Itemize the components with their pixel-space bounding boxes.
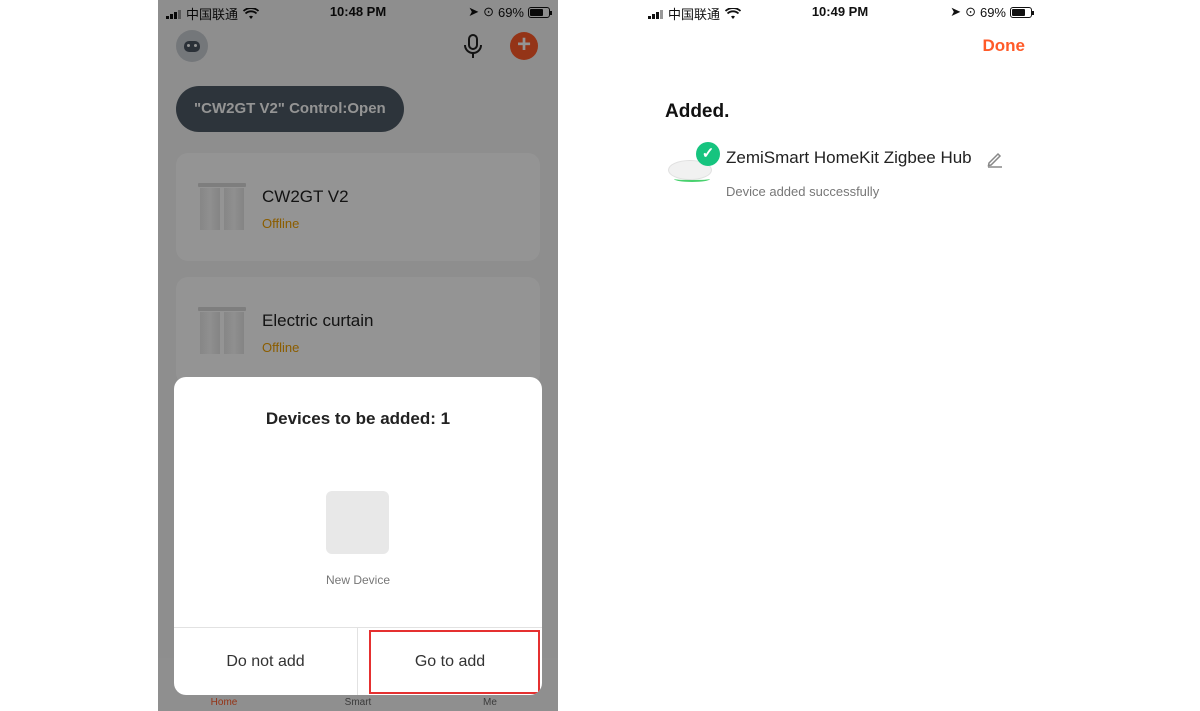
battery-percent: 69% (979, 4, 1006, 20)
added-device-name: ZemiSmart HomeKit Zigbee Hub (726, 148, 972, 167)
location-icon: ➤ (950, 4, 962, 19)
edit-pencil-icon[interactable] (986, 150, 1004, 168)
added-section-title: Added. (665, 101, 730, 122)
done-button[interactable]: Done (983, 36, 1026, 56)
new-device-label: New Device (325, 573, 391, 587)
new-device-thumbnail (326, 491, 389, 554)
battery-icon (1010, 6, 1034, 18)
add-device-dialog: Devices to be added: 1 New Device Do not… (174, 377, 542, 695)
left-phone-screen: 中国联通 10:48 PM ➤ ⊙ 69% + "CW2GT V2" Contr… (158, 0, 558, 711)
checkmark-icon: ✓ (696, 142, 720, 166)
added-device-status: Device added successfully (726, 184, 880, 199)
dialog-title: Devices to be added: 1 (265, 409, 451, 428)
status-bar: 中国联通 10:49 PM ➤ ⊙ 69% (640, 0, 1040, 22)
screenshot-canvas: 中国联通 10:48 PM ➤ ⊙ 69% + "CW2GT V2" Contr… (0, 0, 1200, 711)
right-phone-screen: 中国联通 10:49 PM ➤ ⊙ 69% Done Added. ✓ Zemi… (640, 0, 1040, 711)
highlight-annotation (369, 630, 540, 694)
do-not-add-button[interactable]: Do not add (174, 628, 358, 695)
orientation-lock-icon: ⊙ (965, 4, 976, 19)
